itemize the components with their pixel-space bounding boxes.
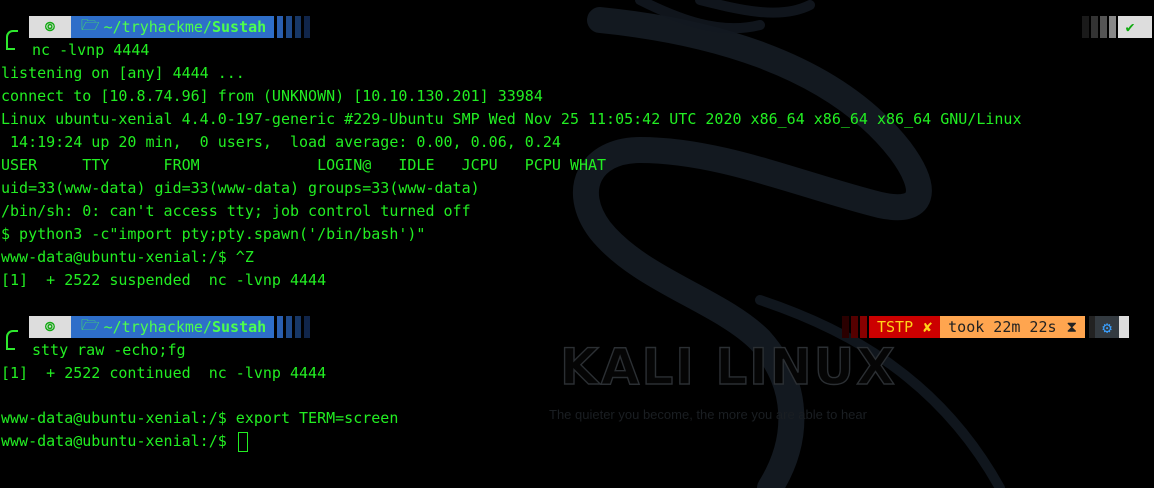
terminal-cursor[interactable] [237,431,248,452]
command-1: nc -lvnp 4444 [32,41,150,59]
right-status-1: ✔ [1082,16,1152,38]
status-edge [1142,16,1152,38]
status-edge [1119,316,1130,338]
shell-prompt: www-data@ubuntu-xenial:/$ [1,432,236,450]
prompt-bracket-1 [6,30,18,50]
tstp-status: TSTP [877,318,914,336]
kali-icon: ⦾ [29,316,71,338]
folder-icon: 🗁 [81,315,100,334]
prompt-bracket-2 [6,330,18,350]
path-prefix: ~/tryhackme/ [103,318,212,336]
output-line: www-data@ubuntu-xenial:/$ ^Z [1,248,254,266]
check-icon: ✔ [1118,16,1142,38]
prompt-bar-2: ⦾ 🗁 ~/tryhackme/Sustah [29,315,311,338]
hourglass-icon: ⧗ [1066,318,1078,336]
output-line: /bin/sh: 0: can't access tty; job contro… [1,202,471,220]
terminal-input-line[interactable]: www-data@ubuntu-xenial:/$ [1,430,248,453]
output-line: [1] + 2522 suspended nc -lvnp 4444 [1,271,327,289]
path-dir: Sustah [211,318,267,336]
elapsed-time: took 22m 22s [948,318,1057,336]
output-line: listening on [any] 4444 ... [1,64,245,82]
kali-wallpaper-tagline: The quieter you become, the more you are… [549,407,867,422]
cross-icon: ✘ [923,318,933,336]
command-2: stty raw -echo;fg [32,341,186,359]
output-line: 14:19:24 up 20 min, 0 users, load averag… [1,133,561,151]
output-line: connect to [10.8.74.96] from (UNKNOWN) [… [1,87,543,105]
kali-wallpaper-title: KALI LINUX [559,337,897,396]
path-dir: Sustah [211,18,267,36]
path-prefix: ~/tryhackme/ [103,18,212,36]
folder-icon: 🗁 [81,15,100,34]
kali-icon: ⦾ [29,16,71,38]
output-line: USER TTY FROM LOGIN@ IDLE JCPU PCPU WHAT [1,156,607,174]
prompt-bar-1: ⦾ 🗁 ~/tryhackme/Sustah [29,15,311,38]
output-line: $ python3 -c"import pty;pty.spawn('/bin/… [1,225,426,243]
output-line: [1] + 2522 continued nc -lvnp 4444 [1,364,327,382]
right-status-2: TSTP ✘ took 22m 22s ⧗ ⚙ [842,316,1130,338]
output-line: uid=33(www-data) gid=33(www-data) groups… [1,179,480,197]
gear-icon: ⚙ [1095,316,1120,338]
output-line: Linux ubuntu-xenial 4.4.0-197-generic #2… [1,110,1022,128]
output-line: www-data@ubuntu-xenial:/$ export TERM=sc… [1,409,399,427]
